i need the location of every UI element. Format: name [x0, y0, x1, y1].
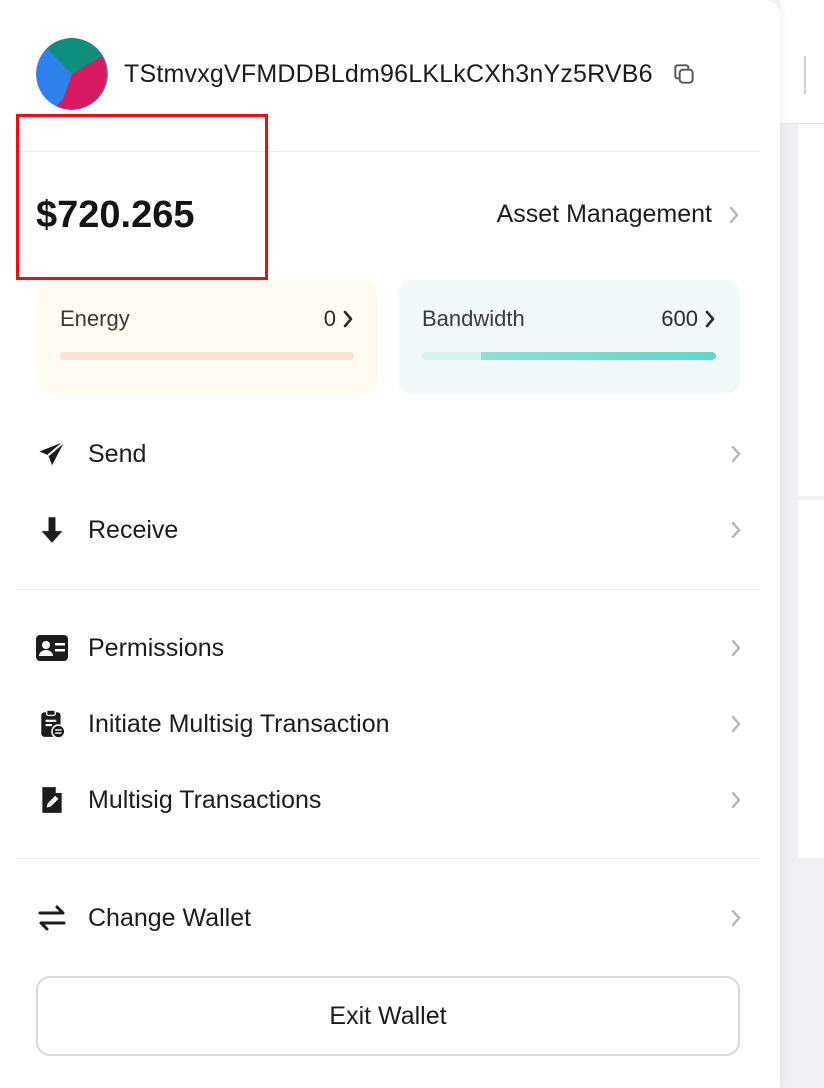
menu-item-change-wallet[interactable]: Change Wallet [36, 892, 742, 944]
exit-wallet-button[interactable]: Exit Wallet [36, 976, 740, 1056]
bandwidth-label: Bandwidth [422, 306, 525, 331]
chevron-right-icon [731, 521, 741, 539]
chevron-right-icon [731, 909, 741, 927]
account-header: TStmvxgVFMDDBLdm96LKLkCXh3nYz5RVB6 [36, 38, 756, 110]
chevron-right-icon [731, 791, 741, 809]
wallet-avatar [36, 38, 108, 110]
chevron-right-icon [729, 206, 739, 223]
menu-label: Permissions [88, 633, 225, 662]
energy-value: 0 [323, 306, 336, 331]
divider [16, 589, 760, 590]
menu-label: Multisig Transactions [88, 785, 322, 814]
id-card-icon [36, 632, 68, 664]
arrow-down-icon [36, 514, 68, 546]
menu-item-initiate-multisig[interactable]: Initiate Multisig Transaction [36, 698, 742, 750]
asset-management-label: Asset Management [496, 200, 712, 228]
wallet-address: TStmvxgVFMDDBLdm96LKLkCXh3nYz5RVB6 [124, 59, 653, 88]
swap-arrows-icon [36, 902, 68, 934]
chevron-right-icon [731, 715, 741, 733]
wallet-menu-panel: TStmvxgVFMDDBLdm96LKLkCXh3nYz5RVB6 $720.… [0, 0, 780, 1088]
background-card [798, 124, 824, 496]
bandwidth-card[interactable]: Bandwidth 600 [398, 280, 740, 394]
menu-label: Receive [88, 515, 179, 544]
chevron-right-icon [731, 639, 741, 657]
document-edit-icon [36, 784, 68, 816]
energy-progress-bar [60, 352, 354, 360]
paper-plane-icon [36, 438, 68, 470]
bandwidth-value: 600 [661, 306, 698, 331]
background-header [780, 0, 824, 124]
menu-item-send[interactable]: Send [36, 428, 742, 480]
asset-management-link[interactable]: Asset Management [497, 200, 740, 229]
background-card [798, 500, 824, 858]
chevron-right-icon [343, 310, 353, 328]
divider [16, 858, 760, 859]
bandwidth-progress-bar [422, 352, 716, 360]
total-balance: $720.265 [36, 194, 195, 236]
menu-label: Initiate Multisig Transaction [88, 709, 390, 738]
menu-item-multisig-transactions[interactable]: Multisig Transactions [36, 774, 742, 826]
chevron-right-icon [731, 445, 741, 463]
clipboard-transfer-icon [36, 708, 68, 740]
menu-label: Send [88, 439, 147, 468]
chevron-right-icon [705, 310, 715, 328]
background-content [780, 124, 824, 1088]
menu-item-receive[interactable]: Receive [36, 504, 742, 556]
header-divider [804, 56, 806, 94]
energy-label: Energy [60, 306, 130, 331]
menu-label: Change Wallet [88, 903, 252, 932]
menu-item-permissions[interactable]: Permissions [36, 622, 742, 674]
copy-icon[interactable] [671, 61, 697, 87]
energy-card[interactable]: Energy 0 [36, 280, 378, 394]
